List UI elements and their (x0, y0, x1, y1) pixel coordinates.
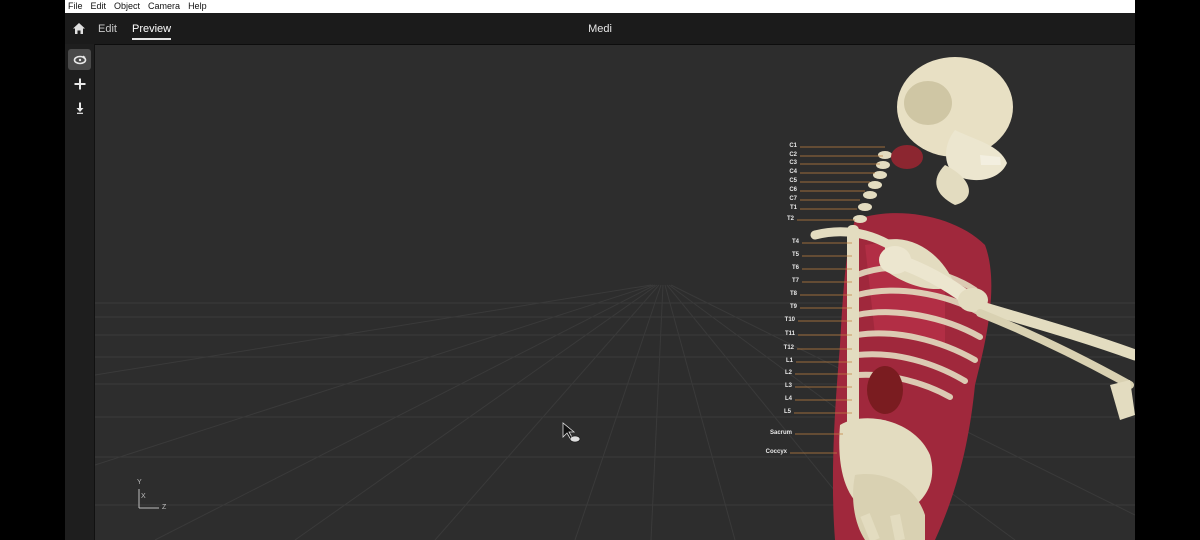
move-icon (74, 78, 85, 89)
mouse-cursor-icon (562, 422, 581, 443)
right-letterbox (1135, 0, 1200, 540)
tool-sidebar (65, 44, 95, 540)
vertebra-label-t6: T6 (791, 265, 799, 271)
3d-viewport[interactable]: C1 C2 C3 C4 C5 C6 C7 T1 T2 T4 T5 T6 T7 T8 T9 T10 T11 T12 L… (95, 45, 1135, 540)
vertebra-label-c2: C2 (789, 152, 797, 158)
vertebra-label-t1: T1 (789, 205, 797, 211)
viewport-scene (95, 57, 1135, 540)
vertebra-label-coccyx: Coccyx (765, 449, 787, 455)
menu-edit[interactable]: Edit (87, 0, 111, 13)
move-tool-button[interactable] (68, 73, 91, 94)
orbit-icon (73, 55, 86, 64)
drop-icon (76, 102, 83, 114)
vertebra-label-t7: T7 (791, 278, 799, 284)
vertebra-label-l5: L5 (783, 409, 791, 415)
menu-camera[interactable]: Camera (144, 0, 184, 13)
vertebra-label-t8: T8 (789, 291, 797, 297)
vertebra-label-c5: C5 (789, 178, 797, 184)
vertebra-label-c4: C4 (789, 169, 797, 175)
vertebra-label-t4: T4 (791, 239, 799, 245)
menu-bar: File Edit Object Camera Help (65, 0, 1135, 13)
vertebra-label-c1: C1 (789, 143, 797, 149)
axis-z-label: Z (162, 504, 167, 511)
vertebra-label-t11: T11 (784, 331, 795, 337)
vertebra-label-c7: C7 (789, 196, 797, 202)
axis-x-label: X (141, 493, 146, 500)
vertebra-label-t5: T5 (791, 252, 799, 258)
vertebra-label-l3: L3 (784, 383, 792, 389)
vertebra-label-t12: T12 (783, 345, 794, 351)
title-bar: Edit Preview Medi (65, 13, 1135, 45)
orbit-tool-button[interactable] (68, 49, 91, 70)
menu-file[interactable]: File (65, 0, 87, 13)
left-letterbox (0, 0, 65, 540)
vertebra-label-c3: C3 (789, 160, 797, 166)
vertebra-label-l1: L1 (785, 358, 793, 364)
menu-object[interactable]: Object (110, 0, 144, 13)
vertebra-label-t10: T10 (784, 317, 795, 323)
vertebra-label-t9: T9 (789, 304, 797, 310)
vertebra-label-l4: L4 (784, 396, 792, 402)
menu-help[interactable]: Help (184, 0, 211, 13)
vertebra-label-c6: C6 (789, 187, 797, 193)
window-title: Medi (588, 23, 612, 35)
vertebra-label-l2: L2 (784, 370, 792, 376)
drop-tool-button[interactable] (68, 97, 91, 118)
vertebra-label-sacrum: Sacrum (769, 430, 792, 436)
vertebra-label-t2: T2 (786, 216, 794, 222)
anatomy-model[interactable] (810, 57, 1135, 540)
axis-y-label: Y (137, 479, 142, 486)
